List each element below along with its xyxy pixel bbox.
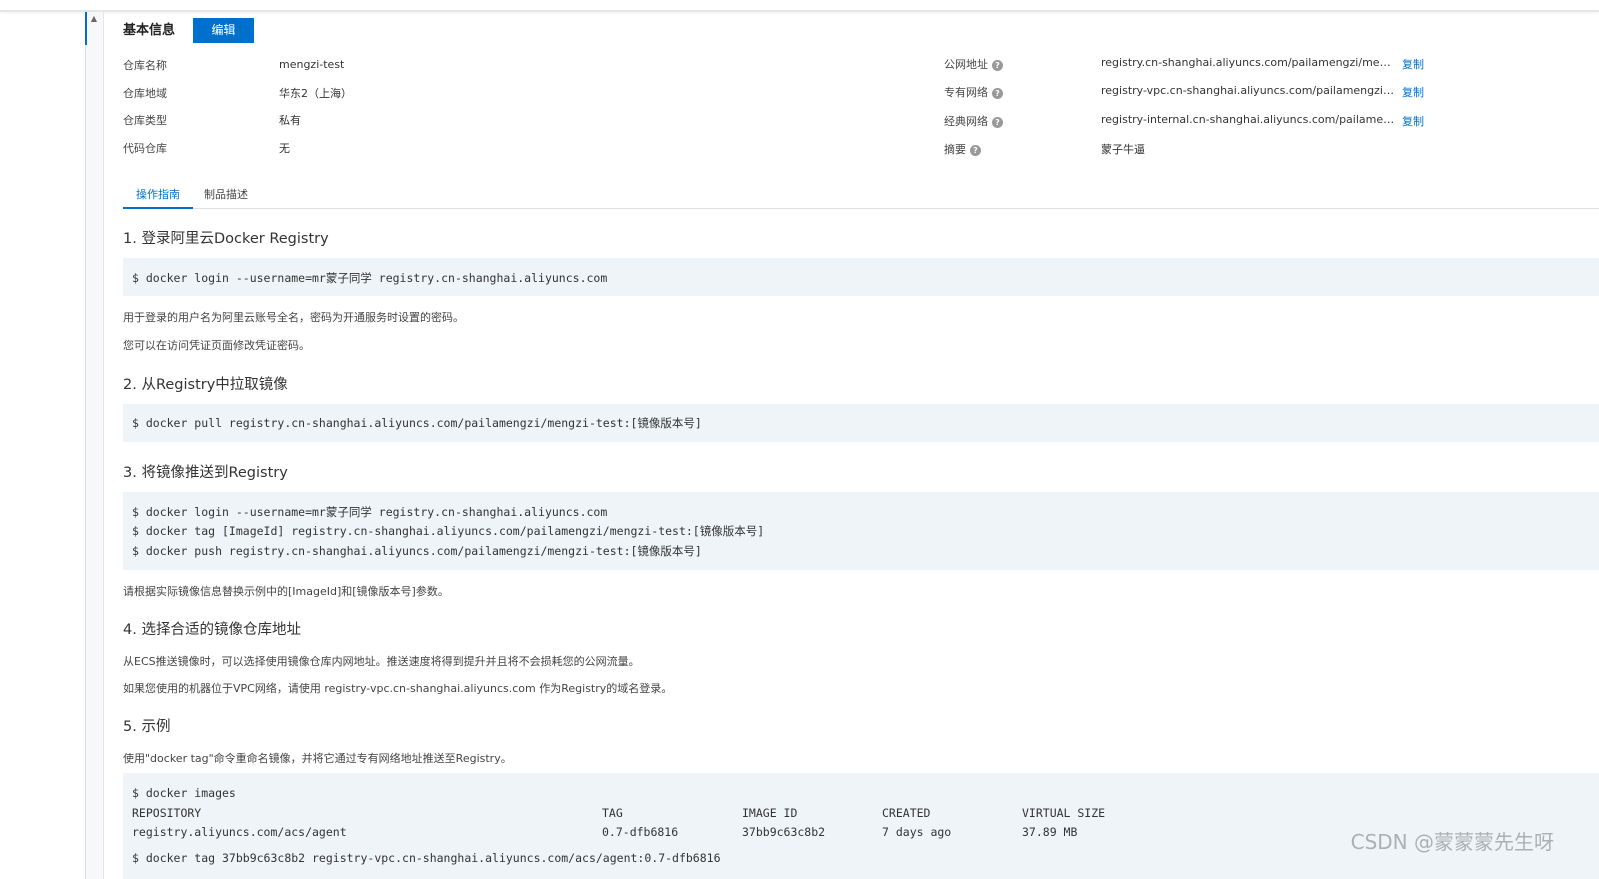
step5-note: 使用"docker tag"命令重命名镜像，并将它通过专有网络地址推送至Regi… <box>123 752 512 765</box>
copy-vpc-address-link[interactable]: 复制 <box>1402 84 1424 100</box>
code-line: $ docker login --username=mr蒙子同学 registr… <box>132 271 608 285</box>
step4-note: 从ECS推送镜像时，可以选择使用镜像仓库内网地址。推送速度将得到提升并且将不会损… <box>123 655 640 668</box>
step2-code-block: $ docker pull registry.cn-shanghai.aliyu… <box>123 404 1599 442</box>
repo-type-value: 私有 <box>279 114 301 127</box>
edit-button[interactable]: 编辑 <box>193 18 254 43</box>
repo-region-value: 华东2（上海） <box>279 87 352 100</box>
table-header-cell: VIRTUAL SIZE <box>1022 806 1106 820</box>
vpc-address-value: registry-vpc.cn-shanghai.aliyuncs.com/pa… <box>1101 84 1395 97</box>
copy-public-address-link[interactable]: 复制 <box>1402 56 1424 72</box>
code-repo-label: 代码仓库 <box>123 142 167 155</box>
table-header-cell: CREATED <box>882 806 931 820</box>
code-line: $ docker images <box>132 786 236 800</box>
repository-detail-content: 基本信息 编辑 仓库名称 mengzi-test 仓库地域 华东2（上海） 仓库… <box>123 0 1599 879</box>
step5-heading: 5. 示例 <box>123 719 171 735</box>
code-repo-value: 无 <box>279 142 290 155</box>
table-cell: 37bb9c63c8b2 <box>742 825 826 839</box>
classic-network-label-text: 经典网络 <box>944 115 988 128</box>
table-header-cell: IMAGE ID <box>742 806 798 820</box>
public-address-label-text: 公网地址 <box>944 58 988 71</box>
repo-region-label: 仓库地域 <box>123 87 167 100</box>
classic-network-value: registry-internal.cn-shanghai.aliyuncs.c… <box>1101 113 1395 126</box>
summary-label: 摘要? <box>944 141 981 157</box>
step3-code-block: $ docker login --username=mr蒙子同学 registr… <box>123 492 1599 570</box>
help-icon[interactable]: ? <box>992 117 1003 128</box>
table-cell: 37.89 MB <box>1022 825 1078 839</box>
summary-value: 蒙子牛逼 <box>1101 143 1145 156</box>
table-header-cell: TAG <box>602 806 623 820</box>
help-icon[interactable]: ? <box>992 60 1003 71</box>
step4-heading: 4. 选择合适的镜像仓库地址 <box>123 622 301 638</box>
copy-classic-address-link[interactable]: 复制 <box>1402 113 1424 129</box>
collapse-up-icon[interactable]: ▲ <box>89 14 99 24</box>
help-icon[interactable]: ? <box>970 145 981 156</box>
repo-type-label: 仓库类型 <box>123 114 167 127</box>
tab-artifact-description[interactable]: 制品描述 <box>204 187 248 207</box>
table-cell: 0.7-dfb6816 <box>602 825 679 839</box>
step3-note: 请根据实际镜像信息替换示例中的[ImageId]和[镜像版本号]参数。 <box>123 585 449 598</box>
left-gutter <box>85 12 104 879</box>
table-cell: 7 days ago <box>882 825 952 839</box>
public-address-label: 公网地址? <box>944 56 1003 72</box>
detail-tabs: 操作指南 制品描述 <box>123 184 1599 209</box>
gutter-active-indicator <box>85 12 87 45</box>
step1-note: 用于登录的用户名为阿里云账号全名，密码为开通服务时设置的密码。 <box>123 311 464 324</box>
csdn-watermark: CSDN @蒙蒙蒙先生呀 <box>1350 830 1554 854</box>
repo-name-value: mengzi-test <box>279 58 345 71</box>
classic-network-label: 经典网络? <box>944 113 1003 129</box>
step2-heading: 2. 从Registry中拉取镜像 <box>123 377 288 393</box>
step1-note: 您可以在访问凭证页面修改凭证密码。 <box>123 339 310 352</box>
tab-operation-guide[interactable]: 操作指南 <box>123 187 193 209</box>
step1-code-block: $ docker login --username=mr蒙子同学 registr… <box>123 258 1599 296</box>
step1-heading: 1. 登录阿里云Docker Registry <box>123 231 329 247</box>
code-line: $ docker login --username=mr蒙子同学 registr… <box>132 505 608 519</box>
basic-info-title: 基本信息 <box>123 23 176 38</box>
public-address-value: registry.cn-shanghai.aliyuncs.com/pailam… <box>1101 56 1395 69</box>
table-cell: registry.aliyuncs.com/acs/agent <box>132 825 347 839</box>
step3-heading: 3. 将镜像推送到Registry <box>123 465 288 481</box>
help-icon[interactable]: ? <box>992 88 1003 99</box>
vpc-address-label: 专有网络? <box>944 84 1003 100</box>
code-line: $ docker pull registry.cn-shanghai.aliyu… <box>132 416 702 430</box>
vpc-address-label-text: 专有网络 <box>944 86 988 99</box>
code-line: $ docker tag 37bb9c63c8b2 registry-vpc.c… <box>132 851 721 865</box>
code-line: $ docker tag [ImageId] registry.cn-shang… <box>132 524 765 538</box>
repo-name-label: 仓库名称 <box>123 59 167 72</box>
table-header-cell: REPOSITORY <box>132 806 202 820</box>
code-line: $ docker push registry.cn-shanghai.aliyu… <box>132 544 702 558</box>
step4-note: 如果您使用的机器位于VPC网络，请使用 registry-vpc.cn-shan… <box>123 682 673 695</box>
summary-label-text: 摘要 <box>944 143 966 156</box>
